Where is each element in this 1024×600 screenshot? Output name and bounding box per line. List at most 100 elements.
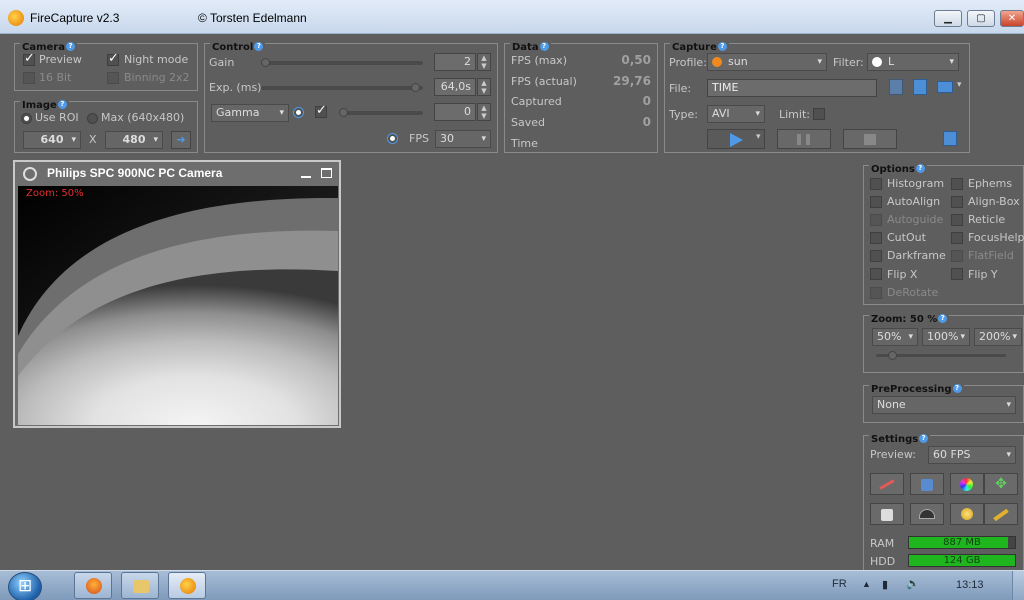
auto-radio[interactable] bbox=[293, 107, 304, 118]
brush-icon[interactable] bbox=[870, 473, 904, 495]
roi-height-select[interactable]: 480 ▾ bbox=[105, 131, 163, 149]
camera-minimize-button[interactable] bbox=[301, 176, 311, 178]
option-label: Darkframe bbox=[887, 249, 946, 262]
clock[interactable]: 13:13 bbox=[956, 579, 984, 591]
gamma-value[interactable]: 0 bbox=[434, 103, 476, 121]
help-icon[interactable]: ? bbox=[938, 314, 948, 323]
settings-panel-title: Settings? bbox=[869, 434, 931, 445]
show-desktop-button[interactable] bbox=[1012, 571, 1024, 600]
control-panel-title: Control? bbox=[210, 42, 266, 53]
close-button[interactable]: ✕ bbox=[1000, 10, 1024, 27]
night-mode-label: Night mode bbox=[124, 53, 189, 66]
fps-select[interactable]: 30 ▾ bbox=[435, 130, 491, 148]
use-roi-radio[interactable] bbox=[21, 113, 32, 124]
limit-checkbox[interactable] bbox=[813, 108, 825, 120]
option-checkbox[interactable] bbox=[951, 250, 963, 262]
network-icon[interactable]: ▮ bbox=[882, 578, 888, 591]
help-icon[interactable]: ? bbox=[254, 42, 264, 51]
profile-select[interactable]: sun ▾ bbox=[707, 53, 827, 71]
move-icon[interactable]: ✥ bbox=[984, 473, 1018, 495]
preview-checkbox[interactable] bbox=[23, 51, 35, 66]
maximize-button[interactable]: ▢ bbox=[967, 10, 995, 27]
option-checkbox[interactable] bbox=[951, 178, 963, 190]
option-checkbox[interactable] bbox=[951, 196, 963, 208]
zoom-50-button[interactable]: 50% ▾ bbox=[872, 328, 918, 346]
language-indicator[interactable]: FR bbox=[832, 578, 847, 590]
firefox-taskbar-button[interactable] bbox=[74, 572, 112, 599]
max-radio[interactable] bbox=[87, 113, 98, 124]
file-input[interactable]: TIME bbox=[707, 79, 877, 97]
fps-radio[interactable] bbox=[387, 133, 398, 144]
explorer-taskbar-button[interactable] bbox=[121, 572, 159, 599]
camera-preview-image[interactable]: Zoom: 50% bbox=[18, 186, 338, 425]
preprocessing-select[interactable]: None ▾ bbox=[872, 396, 1016, 414]
option-checkbox[interactable] bbox=[870, 214, 882, 226]
help-icon[interactable]: ? bbox=[539, 42, 549, 51]
start-capture-button[interactable]: ▾ bbox=[707, 129, 765, 149]
show-hidden-icons[interactable]: ▲ bbox=[862, 579, 871, 589]
zoom-200-button[interactable]: 200% ▾ bbox=[974, 328, 1022, 346]
planet-icon[interactable] bbox=[950, 503, 984, 525]
option-checkbox[interactable] bbox=[870, 232, 882, 244]
zoom-100-button[interactable]: 100% ▾ bbox=[922, 328, 970, 346]
option-checkbox[interactable] bbox=[870, 287, 882, 299]
preview-fps-select[interactable]: 60 FPS ▾ bbox=[928, 446, 1016, 464]
gamma-slider[interactable] bbox=[339, 108, 423, 117]
gamma-spinner[interactable]: ▲ ▼ bbox=[477, 103, 491, 121]
save-icon[interactable] bbox=[889, 79, 903, 95]
help-icon[interactable]: ? bbox=[952, 384, 962, 393]
telescope-icon[interactable] bbox=[984, 503, 1018, 525]
exposure-spinner[interactable]: ▲ ▼ bbox=[477, 78, 491, 96]
option-checkbox[interactable] bbox=[870, 268, 882, 280]
volume-icon[interactable]: 🔈 bbox=[906, 577, 920, 590]
night-mode-checkbox[interactable] bbox=[107, 51, 119, 66]
folder-icon[interactable] bbox=[937, 81, 953, 93]
16bit-label: 16 Bit bbox=[39, 71, 72, 84]
fps-actual-value: 29,76 bbox=[613, 74, 651, 88]
fps-label: FPS bbox=[409, 132, 429, 145]
option-label: Histogram bbox=[887, 177, 945, 190]
16bit-checkbox[interactable] bbox=[23, 72, 35, 84]
start-button[interactable] bbox=[8, 572, 42, 600]
exposure-value[interactable]: 64,0s bbox=[434, 78, 476, 96]
option-checkbox[interactable] bbox=[870, 196, 882, 208]
apply-roi-button[interactable]: ➜ bbox=[171, 131, 191, 149]
option-checkbox[interactable] bbox=[870, 178, 882, 190]
gauge-icon[interactable] bbox=[910, 503, 944, 525]
gain-slider[interactable] bbox=[261, 58, 423, 67]
zoom-slider[interactable] bbox=[876, 351, 1006, 360]
exposure-slider[interactable] bbox=[261, 83, 423, 92]
option-label: Align-Box bbox=[968, 195, 1020, 208]
copy-icon[interactable] bbox=[943, 131, 957, 146]
roi-width-select[interactable]: 640 ▾ bbox=[23, 131, 81, 149]
color-wheel-icon[interactable] bbox=[950, 473, 984, 495]
help-icon[interactable]: ? bbox=[717, 42, 727, 51]
gamma-checkbox[interactable] bbox=[315, 103, 327, 118]
type-select[interactable]: AVI ▾ bbox=[707, 105, 765, 123]
help-icon[interactable]: ? bbox=[57, 100, 67, 109]
binning-checkbox[interactable] bbox=[107, 72, 119, 84]
help-icon[interactable]: ? bbox=[919, 434, 929, 443]
filter-select[interactable]: L ▾ bbox=[867, 53, 959, 71]
delete-icon[interactable] bbox=[913, 79, 927, 95]
device-icon[interactable] bbox=[870, 503, 904, 525]
firecapture-taskbar-button[interactable] bbox=[168, 572, 206, 599]
help-icon[interactable]: ? bbox=[65, 42, 75, 51]
option-checkbox[interactable] bbox=[951, 214, 963, 226]
folder-menu-icon[interactable]: ▾ bbox=[957, 80, 962, 90]
gamma-select[interactable]: Gamma ▾ bbox=[211, 104, 289, 122]
help-icon[interactable]: ? bbox=[915, 164, 925, 173]
firecapture-icon bbox=[180, 578, 196, 594]
camera-maximize-button[interactable] bbox=[321, 168, 332, 178]
option-label: FlatField bbox=[968, 249, 1014, 262]
minimize-button[interactable]: ▁ bbox=[934, 10, 962, 27]
option-checkbox[interactable] bbox=[951, 268, 963, 280]
gain-spinner[interactable]: ▲ ▼ bbox=[477, 53, 491, 71]
option-checkbox[interactable] bbox=[951, 232, 963, 244]
option-checkbox[interactable] bbox=[870, 250, 882, 262]
stop-button[interactable] bbox=[843, 129, 897, 149]
camera-settings-icon[interactable] bbox=[910, 473, 944, 495]
file-label: File: bbox=[669, 82, 692, 95]
pause-button[interactable] bbox=[777, 129, 831, 149]
gain-value[interactable]: 2 bbox=[434, 53, 476, 71]
